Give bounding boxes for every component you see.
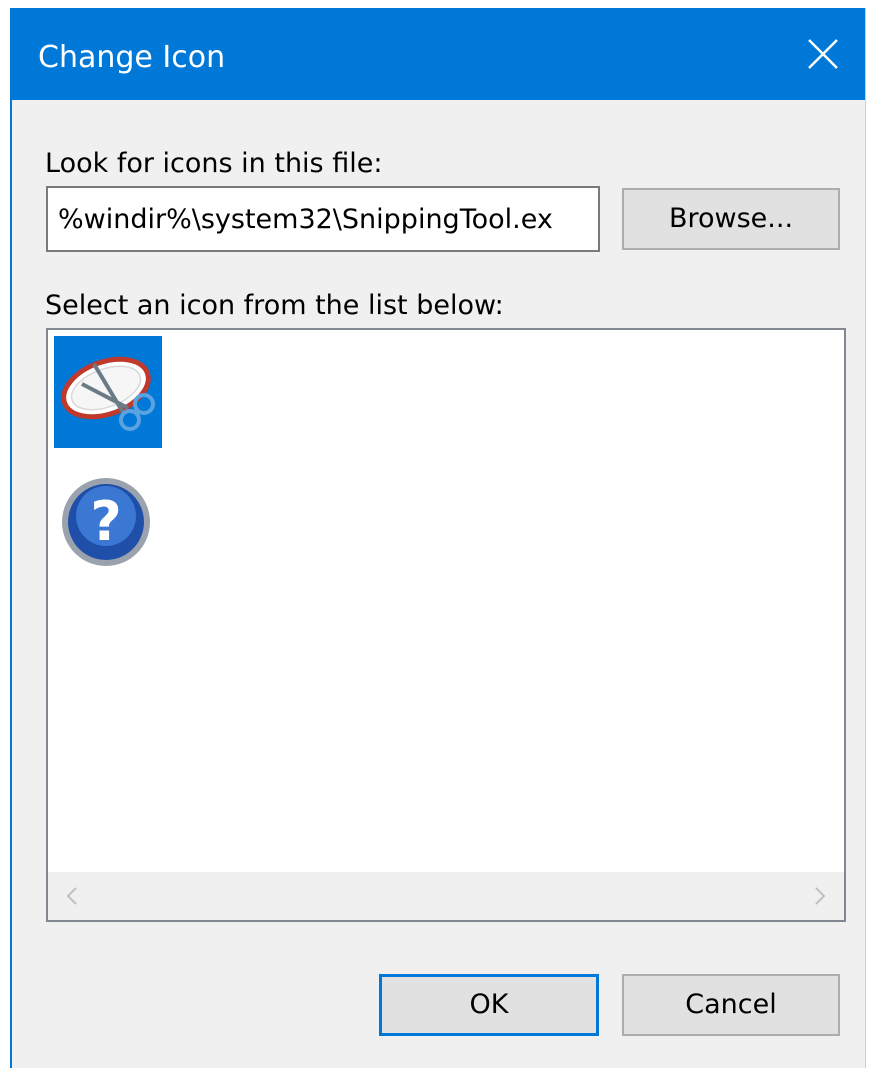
close-button[interactable] [781,8,865,100]
svg-text:?: ? [90,490,121,553]
icon-list-item-snipping-tool[interactable] [54,336,162,448]
close-icon [808,39,838,69]
icon-list-label: Select an icon from the list below: [45,290,504,321]
chevron-left-icon [66,887,77,905]
horizontal-scrollbar[interactable] [48,872,844,920]
browse-button[interactable]: Browse... [622,188,840,250]
file-label: Look for icons in this file: [45,148,383,179]
cancel-button[interactable]: Cancel [622,974,840,1036]
title-bar: Change Icon [12,8,865,100]
dialog-title: Change Icon [38,40,226,75]
file-path-input[interactable] [46,186,600,252]
help-question-icon: ? [62,478,150,566]
ok-button[interactable]: OK [379,974,599,1036]
change-icon-dialog: Change Icon Look for icons in this file:… [10,8,866,1068]
icon-list[interactable]: ? [46,328,846,922]
chevron-right-icon [815,887,826,905]
snipping-tool-icon [61,356,155,431]
icon-list-item-help[interactable]: ? [54,466,162,578]
scroll-left-button[interactable] [48,872,96,920]
scroll-right-button[interactable] [796,872,844,920]
